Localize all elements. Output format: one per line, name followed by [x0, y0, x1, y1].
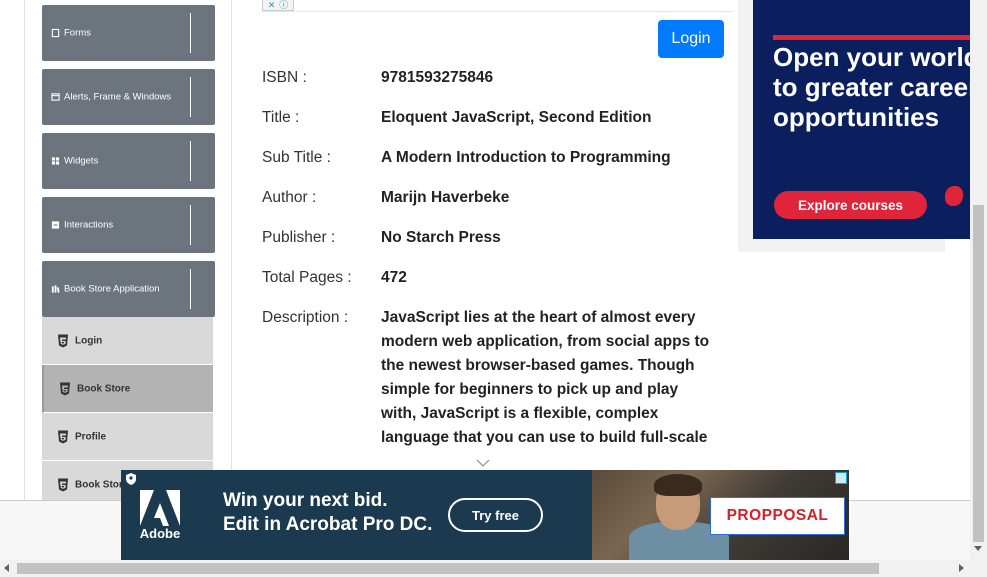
sidebar-group-label: Interactions [64, 219, 114, 231]
sidebar-group-forms[interactable]: Forms [42, 5, 240, 61]
ad-headline-line: Open your world [773, 42, 970, 72]
total-pages-label: Total Pages : [262, 269, 352, 286]
info-icon[interactable]: ⓘ [279, 0, 288, 10]
sidebar-item-label: Profile [75, 431, 107, 442]
sidebar-item-login[interactable]: Login [42, 317, 213, 365]
ad-info-icon[interactable] [835, 472, 847, 484]
sidebar-group-label: Widgets [64, 155, 99, 167]
divider [190, 205, 191, 245]
sidebar-item-profile[interactable]: Profile [42, 413, 213, 461]
publisher-label: Publisher : [262, 229, 336, 246]
download-icon [232, 156, 241, 166]
isbn-value: 9781593275846 [381, 69, 494, 86]
widgets-icon [51, 157, 60, 165]
adobe-brand-block: Adobe [121, 470, 199, 560]
sidebar-group-widgets[interactable]: Widgets [42, 133, 240, 189]
vertical-scrollbar[interactable] [970, 0, 987, 560]
sidebar-item-label: Book Store [77, 383, 131, 394]
horizontal-scrollbar[interactable] [0, 560, 987, 577]
ad-line-2: Edit in Acrobat Pro DC. [223, 514, 433, 535]
interactions-icon [51, 221, 60, 229]
divider [190, 141, 191, 181]
ad-headline: Open your world to greater career opport… [773, 42, 970, 132]
ad-headline-line: to greater career [773, 72, 970, 102]
login-button[interactable]: Login [658, 20, 724, 58]
sidebar-group-book-store-application[interactable]: Book Store Application [42, 261, 240, 317]
download-icon [232, 28, 241, 38]
sidebar-group-interactions[interactable]: Interactions [42, 197, 240, 253]
try-free-button[interactable]: Try free [448, 498, 543, 532]
window-icon [51, 93, 60, 101]
html5-icon [58, 334, 68, 347]
sidebar-group-label: Alerts, Frame & Windows [64, 91, 172, 103]
html5-icon [58, 430, 68, 443]
title-label: Title : [262, 109, 300, 126]
explore-courses-button[interactable]: Explore courses [774, 191, 927, 219]
ad-choices[interactable]: ✕ ⓘ [262, 0, 294, 11]
scrollbar-thumb[interactable] [17, 563, 879, 574]
sidebar-group-label: Forms [64, 27, 91, 39]
ad-headline-line: opportunities [773, 102, 940, 132]
download-icon [232, 220, 241, 230]
publisher-value: No Starch Press [381, 229, 501, 246]
sidebar-group-alerts[interactable]: Alerts, Frame & Windows [42, 69, 240, 125]
title-value: Eloquent JavaScript, Second Edition [381, 109, 652, 126]
brand-logo-icon [945, 186, 963, 206]
sidebar-item-label: Login [75, 335, 103, 346]
career-ad[interactable]: Open your world to greater career opport… [753, 0, 970, 239]
subtitle-value: A Modern Introduction to Programming [381, 149, 671, 166]
adobe-logo-icon [140, 490, 180, 526]
sidebar-group-label: Book Store Application [64, 283, 160, 295]
sidebar-item-book-store[interactable]: Book Store [42, 365, 213, 413]
ad-accent-line [773, 35, 970, 40]
scrollbar-thumb[interactable] [973, 205, 984, 542]
adobe-ad[interactable]: Adobe Win your next bid. Edit in Acrobat… [121, 470, 849, 560]
description-label: Description : [262, 309, 349, 326]
divider [262, 11, 732, 12]
form-icon [51, 28, 60, 38]
download-icon [232, 92, 241, 102]
shield-icon [126, 473, 136, 485]
proposal-document: PROPPOSAL [710, 497, 845, 535]
bookstore-icon [51, 285, 60, 293]
divider [190, 77, 191, 117]
ad-line-1: Win your next bid. [223, 490, 388, 511]
close-icon[interactable]: ✕ [268, 0, 276, 10]
total-pages-value: 472 [381, 269, 407, 286]
html5-icon [58, 478, 68, 491]
scroll-down-arrow-icon[interactable] [974, 546, 982, 551]
subtitle-label: Sub Title : [262, 149, 331, 166]
author-label: Author : [262, 189, 317, 206]
scroll-left-arrow-icon[interactable] [4, 564, 9, 572]
scroll-right-arrow-icon[interactable] [959, 564, 964, 572]
description-value: JavaScript lies at the heart of almost e… [381, 309, 710, 446]
adobe-brand-name: Adobe [139, 526, 181, 541]
upload-icon [232, 284, 241, 294]
html5-icon [60, 382, 70, 395]
author-value: Marijn Haverbeke [381, 189, 510, 206]
divider [190, 13, 191, 53]
isbn-label: ISBN : [262, 69, 307, 86]
divider [190, 269, 191, 309]
ad-photo-person [654, 474, 702, 496]
